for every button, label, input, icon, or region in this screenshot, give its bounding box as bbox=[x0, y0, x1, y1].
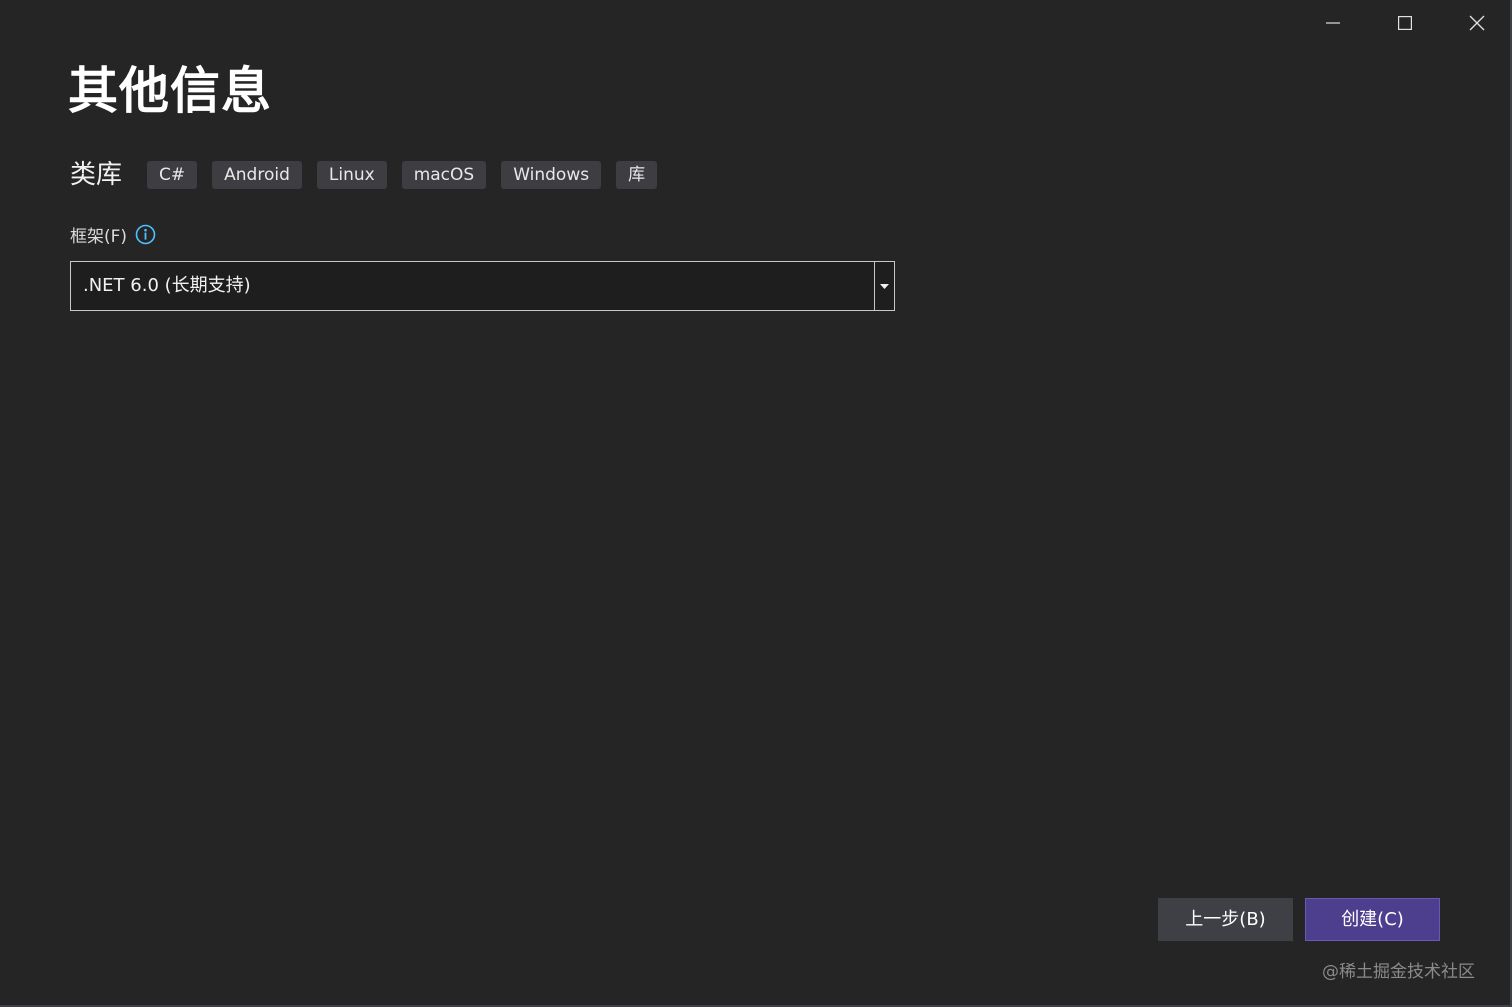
info-icon[interactable] bbox=[135, 224, 156, 245]
minimize-button[interactable] bbox=[1297, 0, 1369, 46]
back-button[interactable]: 上一步(B) bbox=[1158, 898, 1293, 941]
tag-library: 库 bbox=[616, 161, 658, 189]
tag-macos: macOS bbox=[401, 161, 487, 189]
tag-csharp: C# bbox=[147, 161, 198, 189]
framework-select[interactable]: .NET 6.0 (长期支持) bbox=[70, 261, 895, 311]
close-icon bbox=[1469, 15, 1485, 31]
minimize-icon bbox=[1326, 22, 1340, 24]
tag-linux: Linux bbox=[316, 161, 387, 189]
maximize-button[interactable] bbox=[1369, 0, 1441, 46]
framework-label: 框架(F) bbox=[70, 226, 128, 247]
framework-selected-value: .NET 6.0 (长期支持) bbox=[83, 275, 251, 296]
close-button[interactable] bbox=[1441, 0, 1512, 46]
framework-label-row: 框架(F) bbox=[70, 222, 156, 247]
maximize-icon bbox=[1398, 16, 1412, 30]
create-button[interactable]: 创建(C) bbox=[1305, 898, 1440, 941]
page-title: 其他信息 bbox=[68, 62, 272, 120]
dropdown-button[interactable] bbox=[874, 262, 894, 310]
template-info-row: 类库 C# Android Linux macOS Windows 库 bbox=[70, 158, 672, 192]
tag-windows: Windows bbox=[501, 161, 602, 189]
tag-android: Android bbox=[212, 161, 302, 189]
template-name: 类库 bbox=[70, 160, 123, 190]
watermark: @稀土掘金技术社区 bbox=[1322, 962, 1475, 982]
caret-down-icon bbox=[880, 283, 889, 289]
